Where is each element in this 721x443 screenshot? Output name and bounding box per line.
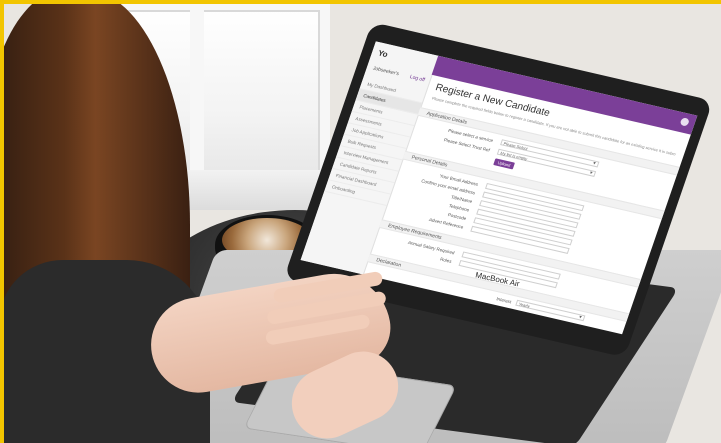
gear-icon[interactable] (679, 117, 690, 127)
window-mullion (190, 0, 204, 175)
photo-scene: Yo Jobseeker's Log off My Dashboard Cand… (0, 0, 721, 443)
upload-button[interactable]: Upload (493, 158, 515, 170)
yellow-border-left (0, 0, 4, 443)
yellow-border-top (0, 0, 721, 4)
logout-link[interactable]: Log off (409, 74, 426, 83)
sidebar-user: Jobseeker's (371, 65, 400, 78)
app-logo: Yo (376, 48, 390, 60)
